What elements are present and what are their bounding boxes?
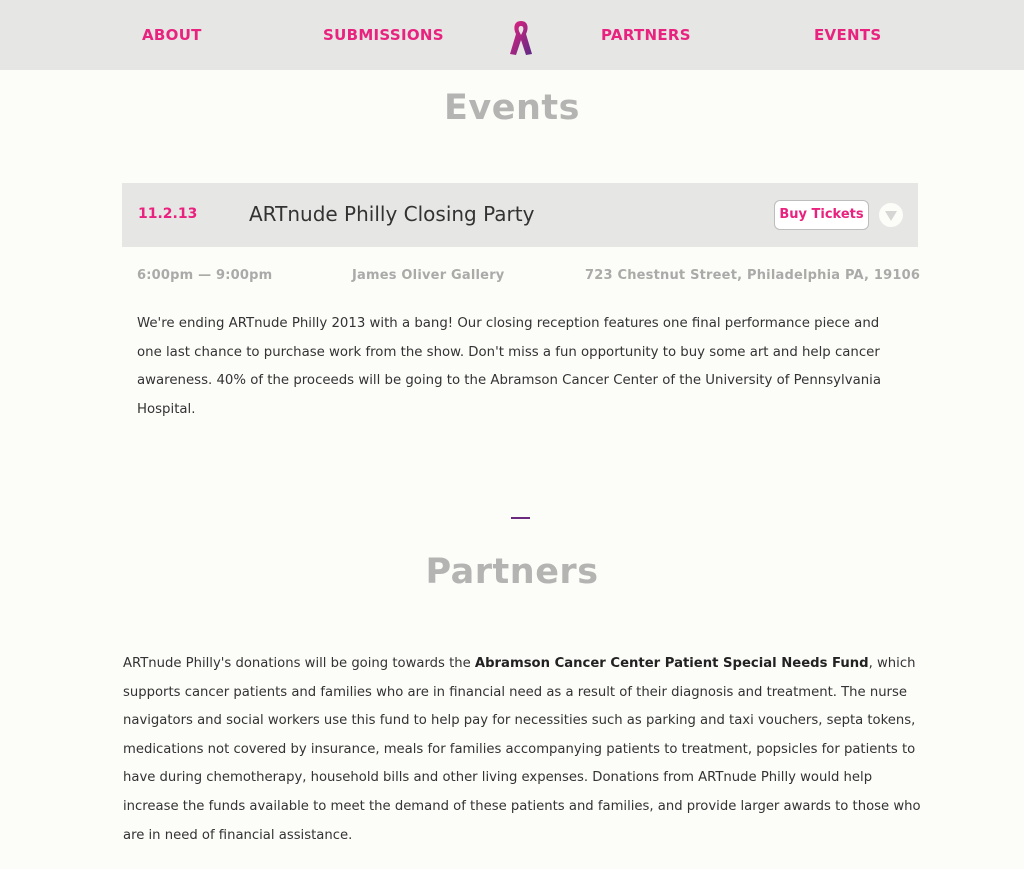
chevron-down-circle-icon[interactable] xyxy=(879,203,903,227)
event-title: ARTnude Philly Closing Party xyxy=(249,202,535,226)
event-header-bar[interactable]: 11.2.13 ARTnude Philly Closing Party Buy… xyxy=(122,183,918,247)
event-time: 6:00pm — 9:00pm xyxy=(137,268,273,283)
fund-name: Abramson Cancer Center Patient Special N… xyxy=(474,656,869,671)
events-heading: Events xyxy=(444,88,580,128)
partners-text-body: , which supports cancer patients and fam… xyxy=(123,656,921,843)
nav-link-submissions[interactable]: SUBMISSIONS xyxy=(323,26,444,44)
buy-tickets-button[interactable]: Buy Tickets xyxy=(774,200,869,230)
partners-heading: Partners xyxy=(425,552,599,592)
top-nav: ABOUT SUBMISSIONS PARTNERS EVENTS xyxy=(0,0,1024,70)
event-address: 723 Chestnut Street, Philadelphia PA, 19… xyxy=(585,268,921,283)
nav-link-events[interactable]: EVENTS xyxy=(814,26,882,44)
event-date: 11.2.13 xyxy=(138,206,198,222)
event-venue: James Oliver Gallery xyxy=(352,268,505,283)
event-description: We're ending ARTnude Philly 2013 with a … xyxy=(137,316,881,418)
partners-text-intro: ARTnude Philly's donations will be going… xyxy=(123,656,475,671)
awareness-ribbon-icon[interactable] xyxy=(506,18,536,58)
partners-description: ARTnude Philly's donations will be going… xyxy=(123,650,923,850)
nav-link-partners[interactable]: PARTNERS xyxy=(601,26,691,44)
section-divider xyxy=(511,517,530,519)
nav-link-about[interactable]: ABOUT xyxy=(142,26,202,44)
